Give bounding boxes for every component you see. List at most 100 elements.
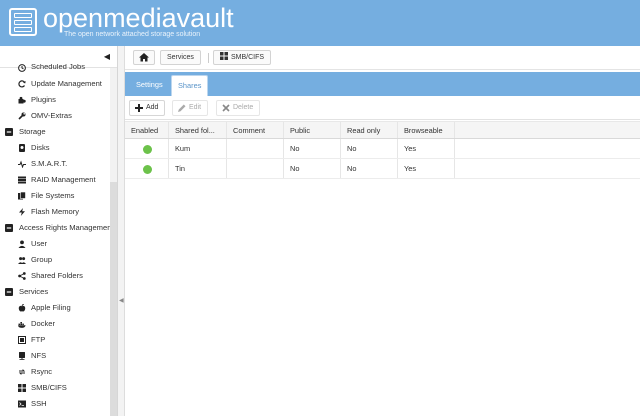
sidebar-item-access-rights-management[interactable]: Access Rights Management — [0, 220, 110, 236]
sidebar-item-label: FTP — [31, 335, 46, 344]
pulse-icon — [18, 160, 26, 168]
splitter-arrow-icon[interactable]: ◀ — [119, 297, 124, 304]
sidebar-item-flash-memory[interactable]: Flash Memory — [0, 204, 110, 220]
sidebar-item-label: Access Rights Management — [19, 223, 110, 232]
breadcrumb-separator — [208, 53, 209, 63]
pencil-icon — [178, 104, 186, 112]
cell-enabled — [125, 139, 169, 158]
breadcrumb-item-services[interactable]: Services — [160, 50, 201, 65]
tab-settings[interactable]: Settings — [130, 75, 169, 96]
grid-toolbar: Add Edit Delete — [125, 96, 640, 120]
collapse-left-icon[interactable]: ◀ — [104, 52, 110, 61]
terminal-icon — [18, 400, 26, 408]
sidebar-item-docker[interactable]: Docker — [0, 316, 110, 332]
sidebar-item-nfs[interactable]: NFS — [0, 348, 110, 364]
sidebar-item-ftp[interactable]: FTP — [0, 332, 110, 348]
sidebar-item-ssh[interactable]: SSH — [0, 396, 110, 412]
ftp-icon — [18, 336, 26, 344]
tab-bar: Settings Shares — [125, 72, 640, 96]
sidebar-item-smb-cifs[interactable]: SMB/CIFS — [0, 380, 110, 396]
enabled-status-icon — [143, 165, 152, 174]
sidebar-item-label: OMV-Extras — [31, 111, 72, 120]
sidebar-item-label: S.M.A.R.T. — [31, 159, 68, 168]
sidebar-item-services[interactable]: Services — [0, 284, 110, 300]
server-icon — [19, 352, 25, 360]
close-icon — [222, 104, 230, 112]
windows-icon — [18, 384, 26, 392]
sidebar-item-label: NFS — [31, 351, 47, 360]
breadcrumb-home[interactable] — [133, 50, 155, 65]
add-button[interactable]: Add — [129, 100, 166, 116]
minus-square-icon — [5, 128, 13, 136]
sidebar-item-label: Scheduled Jobs — [31, 64, 86, 71]
table-row[interactable]: Tin No No Yes — [125, 159, 640, 179]
sidebar-item-omv-extras[interactable]: OMV-Extras — [0, 108, 110, 124]
plus-icon — [135, 104, 143, 112]
shares-grid: Enabled Shared fol... Comment Public Rea… — [125, 121, 640, 179]
puzzle-icon — [18, 96, 26, 104]
cell-public: No — [284, 159, 341, 178]
sidebar-item-label: User — [31, 239, 48, 248]
rsync-icon — [18, 369, 26, 375]
sidebar-item-label: File Systems — [31, 191, 75, 200]
sidebar-item-s-m-a-r-t[interactable]: S.M.A.R.T. — [0, 156, 110, 172]
minus-square-icon — [5, 224, 13, 232]
app-header: openmediavault The open network attached… — [0, 0, 640, 46]
sidebar-item-label: Disks — [31, 143, 50, 152]
column-header-enabled[interactable]: Enabled — [125, 122, 169, 138]
edit-button[interactable]: Edit — [172, 100, 209, 116]
wrench-icon — [18, 112, 26, 120]
docker-icon — [18, 322, 26, 328]
add-button-label: Add — [146, 104, 159, 111]
cell-browseable: Yes — [398, 139, 455, 158]
sidebar-item-label: Rsync — [31, 367, 53, 376]
group-icon — [18, 257, 26, 264]
delete-button[interactable]: Delete — [216, 100, 261, 116]
table-row[interactable]: Kum No No Yes — [125, 139, 640, 159]
sidebar-item-raid-management[interactable]: RAID Management — [0, 172, 110, 188]
share-icon — [18, 272, 26, 280]
cell-read-only: No — [341, 159, 398, 178]
sidebar-item-shared-folders[interactable]: Shared Folders — [0, 268, 110, 284]
cell-enabled — [125, 159, 169, 178]
cell-public: No — [284, 139, 341, 158]
column-header-public[interactable]: Public — [284, 122, 341, 138]
sidebar-item-update-management[interactable]: Update Management — [0, 76, 110, 92]
tab-shares[interactable]: Shares — [171, 75, 209, 96]
cell-shared-folder: Kum — [169, 139, 227, 158]
files-icon — [18, 192, 26, 200]
sidebar-item-label: Docker — [31, 319, 56, 328]
sidebar-item-plugins[interactable]: Plugins — [0, 92, 110, 108]
clock-icon — [18, 64, 26, 72]
app-title: openmediavault — [43, 3, 234, 33]
sidebar-item-rsync[interactable]: Rsync — [0, 364, 110, 380]
breadcrumb-item-smb[interactable]: SMB/CIFS — [213, 50, 272, 65]
sidebar-item-scheduled-jobs[interactable]: Scheduled Jobs — [0, 64, 110, 76]
sidebar-item-label: Services — [19, 287, 49, 296]
sidebar-item-disks[interactable]: Disks — [0, 140, 110, 156]
sidebar-item-file-systems[interactable]: File Systems — [0, 188, 110, 204]
column-header-comment[interactable]: Comment — [227, 122, 284, 138]
column-header-read-only[interactable]: Read only — [341, 122, 398, 138]
breadcrumb: Services SMB/CIFS — [125, 46, 640, 70]
sidebar-item-label: Plugins — [31, 95, 56, 104]
grid-header: Enabled Shared fol... Comment Public Rea… — [125, 121, 640, 139]
breadcrumb-item-label: SMB/CIFS — [231, 54, 265, 61]
panel-splitter[interactable]: ◀ — [118, 46, 125, 416]
column-header-shared-folder[interactable]: Shared fol... — [169, 122, 227, 138]
apple-icon — [18, 304, 26, 312]
sidebar-scrollbar-thumb[interactable] — [110, 182, 117, 416]
sidebar-item-storage[interactable]: Storage — [0, 124, 110, 140]
sidebar-item-label: SSH — [31, 399, 47, 408]
sidebar-item-label: SMB/CIFS — [31, 383, 67, 392]
delete-button-label: Delete — [233, 104, 254, 111]
sidebar-item-group[interactable]: Group — [0, 252, 110, 268]
column-header-browseable[interactable]: Browseable — [398, 122, 455, 138]
enabled-status-icon — [143, 145, 152, 154]
disk-icon — [19, 144, 25, 152]
sidebar-item-label: Flash Memory — [31, 207, 80, 216]
cell-comment — [227, 159, 284, 178]
sidebar-item-user[interactable]: User — [0, 236, 110, 252]
cell-comment — [227, 139, 284, 158]
sidebar-item-apple-filing[interactable]: Apple Filing — [0, 300, 110, 316]
